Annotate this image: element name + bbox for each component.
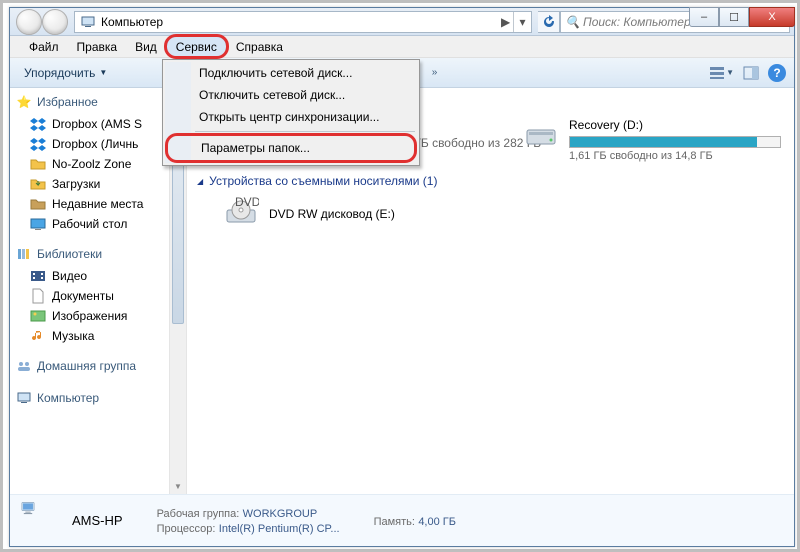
sidebar-item-recent[interactable]: Недавние места — [10, 194, 169, 214]
drive-usage-bar — [569, 136, 781, 148]
documents-icon — [30, 288, 46, 304]
star-icon: ⭐ — [16, 94, 32, 110]
computer-icon — [16, 390, 32, 406]
sidebar-item-nozoolz[interactable]: No-Zoolz Zone — [10, 154, 169, 174]
homegroup-icon — [16, 358, 32, 374]
help-button[interactable]: ? — [768, 64, 786, 82]
maximize-button[interactable]: ☐ — [719, 7, 749, 27]
chevron-down-icon[interactable]: ▼ — [726, 68, 734, 77]
nav-back-button[interactable] — [16, 9, 42, 35]
menu-service[interactable]: Сервис — [166, 36, 227, 57]
toolbar-overflow-chevron-icon[interactable]: » — [432, 67, 438, 78]
svg-text:DVD: DVD — [235, 196, 259, 209]
computer-icon — [79, 13, 97, 31]
sidebar-item-downloads[interactable]: Загрузки — [10, 174, 169, 194]
triangle-collapse-icon[interactable]: ◢ — [197, 177, 203, 186]
pictures-icon — [30, 308, 46, 324]
desktop-icon — [30, 216, 46, 232]
refresh-button[interactable] — [538, 11, 560, 33]
menu-file[interactable]: Файл — [20, 36, 68, 57]
folder-icon — [30, 156, 46, 172]
sidebar-item-music[interactable]: Музыка — [10, 326, 169, 346]
breadcrumb-chevron-icon[interactable]: ▶ — [501, 15, 509, 29]
sidebar-item-dropbox-ams[interactable]: Dropbox (AMS S — [10, 114, 169, 134]
scroll-down-button[interactable]: ▼ — [170, 478, 186, 494]
minimize-button[interactable]: – — [689, 7, 719, 27]
sidebar-item-dropbox-personal[interactable]: Dropbox (Личнь — [10, 134, 169, 154]
toolbar-view-button[interactable] — [708, 64, 726, 82]
close-button[interactable]: X — [749, 7, 795, 27]
menu-view[interactable]: Вид — [126, 36, 166, 57]
dropbox-icon — [30, 136, 46, 152]
toolbar-organize-button[interactable]: Упорядочить ▼ — [18, 64, 113, 82]
sidebar-item-videos[interactable]: Видео — [10, 266, 169, 286]
address-dropdown-button[interactable]: ▾ — [513, 12, 531, 32]
hard-drive-icon — [521, 118, 561, 154]
drive-name: DVD RW дисковод (E:) — [269, 207, 395, 221]
details-pc-name: AMS-HP — [72, 513, 123, 528]
drive-dvd-e[interactable]: DVD DVD RW дисковод (E:) — [221, 196, 784, 232]
menu-edit[interactable]: Правка — [68, 36, 127, 57]
sidebar-item-desktop[interactable]: Рабочий стол — [10, 214, 169, 234]
menu-item-sync-center[interactable]: Открыть центр синхронизации... — [165, 106, 417, 128]
menu-item-unmap-drive[interactable]: Отключить сетевой диск... — [165, 84, 417, 106]
breadcrumb-computer[interactable]: Компьютер — [101, 15, 497, 29]
sidebar-item-documents[interactable]: Документы — [10, 286, 169, 306]
sidebar-homegroup-header[interactable]: Домашняя группа — [10, 356, 169, 378]
computer-large-icon — [20, 500, 62, 542]
menu-item-map-drive[interactable]: Подключить сетевой диск... — [165, 62, 417, 84]
details-pane: AMS-HP Рабочая группа: WORKGROUP Процесс… — [10, 494, 794, 546]
search-placeholder: Поиск: Компьютер — [583, 15, 691, 29]
music-icon — [30, 328, 46, 344]
drive-recovery-d[interactable]: Recovery (D:) 1,61 ГБ свободно из 14,8 Г… — [521, 118, 781, 162]
sidebar-computer-header[interactable]: Компьютер — [10, 388, 169, 410]
search-icon: 🔍 — [565, 15, 579, 29]
navigation-pane: ⭐ Избранное Dropbox (AMS S Dropbox (Личн… — [10, 88, 170, 494]
downloads-icon — [30, 176, 46, 192]
video-icon — [30, 268, 46, 284]
recent-icon — [30, 196, 46, 212]
drive-usage-text: 1,61 ГБ свободно из 14,8 ГБ — [569, 150, 781, 162]
sidebar-favorites-header[interactable]: ⭐ Избранное — [10, 92, 169, 114]
toolbar-organize-label: Упорядочить — [24, 66, 95, 80]
menu-separator — [195, 131, 415, 132]
dropbox-icon — [30, 116, 46, 132]
dvd-drive-icon: DVD — [221, 196, 261, 232]
sidebar-libraries-header[interactable]: Библиотеки — [10, 244, 169, 266]
drive-name: Recovery (D:) — [569, 118, 781, 132]
chevron-down-icon: ▼ — [99, 68, 107, 77]
nav-forward-button[interactable] — [42, 9, 68, 35]
libraries-icon — [16, 246, 32, 262]
toolbar-preview-pane-button[interactable] — [742, 64, 760, 82]
menu-item-folder-options[interactable]: Параметры папок... — [167, 135, 415, 161]
menu-help[interactable]: Справка — [227, 36, 292, 57]
address-bar[interactable]: Компьютер ▶ ▾ — [74, 11, 532, 33]
sidebar-item-pictures[interactable]: Изображения — [10, 306, 169, 326]
section-removable-header[interactable]: ◢ Устройства со съемными носителями (1) — [197, 174, 784, 188]
service-menu-dropdown: Подключить сетевой диск... Отключить сет… — [162, 59, 420, 166]
